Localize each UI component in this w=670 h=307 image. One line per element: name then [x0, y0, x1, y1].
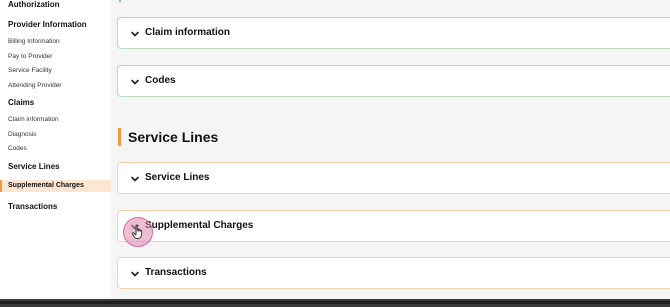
card-title: Service Lines	[145, 172, 210, 183]
sidebar-item-codes[interactable]: Codes	[8, 145, 27, 152]
card-title: Transactions	[145, 267, 207, 278]
hand-pointer-icon	[131, 224, 143, 239]
sidebar-item-label: Supplemental Charges	[8, 182, 84, 189]
claim-information-card[interactable]: Claim information	[117, 17, 670, 49]
sidebar-item-diagnosis[interactable]: Diagnosis	[8, 131, 37, 138]
sidebar-heading-transactions[interactable]: Transactions	[8, 202, 57, 211]
sidebar-item-billing-information[interactable]: Billing Information	[8, 38, 60, 45]
transactions-card[interactable]: Transactions	[117, 257, 670, 289]
sidebar-heading-claims[interactable]: Claims	[8, 98, 34, 107]
chevron-down-icon	[131, 271, 139, 277]
card-title: Supplemental Charges	[145, 220, 254, 231]
click-indicator	[123, 217, 153, 247]
card-title: Codes	[145, 75, 176, 86]
sidebar-heading-provider-information[interactable]: Provider Information	[8, 20, 87, 29]
chevron-down-icon	[131, 79, 139, 85]
section-title-service-lines: Service Lines	[128, 129, 219, 145]
active-indicator	[0, 180, 2, 192]
sidebar-heading-authorization[interactable]: Authorization	[8, 0, 60, 9]
card-title: Claim information	[145, 27, 231, 38]
sidebar-item-supplemental-charges[interactable]: Supplemental Charges	[0, 180, 111, 192]
sidebar-item-service-facility[interactable]: Service Facility	[8, 67, 52, 74]
sidebar-item-attending-provider[interactable]: Attending Provider	[8, 82, 61, 89]
scrollbar-track	[0, 301, 670, 304]
chevron-down-icon	[131, 31, 139, 37]
codes-card[interactable]: Codes	[117, 65, 670, 97]
supplemental-charges-card[interactable]: Supplemental Charges	[117, 210, 670, 242]
section-accent-bar	[118, 128, 121, 146]
sidebar-item-claim-information[interactable]: Claim information	[8, 116, 59, 123]
sidebar-item-pay-to-provider[interactable]: Pay to Provider	[8, 53, 52, 60]
chevron-down-icon	[131, 176, 139, 182]
sidebar-nav: Authorization Provider Information Billi…	[0, 0, 111, 299]
sidebar-heading-service-lines[interactable]: Service Lines	[8, 162, 60, 171]
service-lines-card[interactable]: Service Lines	[117, 162, 670, 194]
card-border-remnant	[119, 0, 121, 2]
bottom-scrollbar[interactable]	[0, 299, 670, 307]
main-content: Claim information Codes Service Lines Se…	[111, 0, 670, 299]
